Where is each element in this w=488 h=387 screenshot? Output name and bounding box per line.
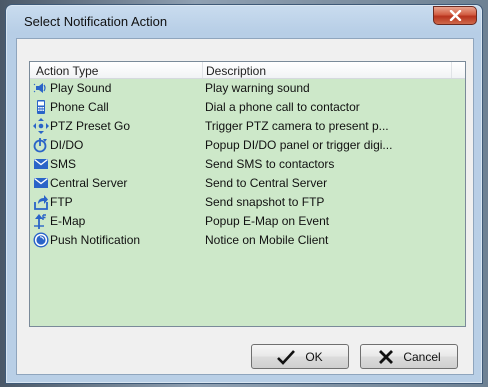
dialog-body: Action Type Description Play Sound Play … <box>16 38 474 375</box>
title-bar[interactable]: Select Notification Action <box>6 5 482 38</box>
action-description: Send to Central Server <box>205 176 328 190</box>
action-description: Popup DI/DO panel or trigger digi... <box>205 138 393 152</box>
column-header-description[interactable]: Description <box>206 64 266 78</box>
cancel-button[interactable]: Cancel <box>360 344 458 369</box>
action-type-label: DI/DO <box>50 138 84 152</box>
action-type-label: PTZ Preset Go <box>50 119 131 133</box>
ok-button-label: OK <box>305 349 323 364</box>
action-list[interactable]: Action Type Description Play Sound Play … <box>29 61 466 327</box>
x-cross-icon <box>377 349 395 365</box>
list-row-central-server[interactable]: Central Server Send to Central Server <box>30 174 465 193</box>
ok-button[interactable]: OK <box>251 344 349 369</box>
column-divider[interactable] <box>451 62 452 78</box>
action-type-label: E-Map <box>50 214 86 228</box>
list-header: Action Type Description <box>30 62 465 79</box>
speaker-icon <box>33 80 49 96</box>
ptz-arrows-icon <box>33 118 49 134</box>
dido-icon <box>33 137 49 153</box>
list-row-ftp[interactable]: FTP Send snapshot to FTP <box>30 193 465 212</box>
phone-icon <box>33 99 49 115</box>
action-description: Send snapshot to FTP <box>205 195 325 209</box>
list-row-di-do[interactable]: DI/DO Popup DI/DO panel or trigger digi.… <box>30 136 465 155</box>
action-type-label: FTP <box>50 195 73 209</box>
envelope-icon <box>33 156 49 172</box>
window-title: Select Notification Action <box>24 14 168 29</box>
action-description: Send SMS to contactors <box>205 157 335 171</box>
push-notification-icon <box>33 232 49 248</box>
ftp-upload-icon <box>33 194 49 210</box>
map-pin-icon <box>33 213 49 229</box>
cancel-button-label: Cancel <box>403 349 441 364</box>
envelope-icon <box>33 175 49 191</box>
action-type-label: Push Notification <box>50 233 141 247</box>
action-type-label: SMS <box>50 157 77 171</box>
close-icon <box>449 10 462 21</box>
action-type-label: Phone Call <box>50 100 109 114</box>
action-description: Popup E-Map on Event <box>205 214 330 228</box>
list-row-play-sound[interactable]: Play Sound Play warning sound <box>30 79 465 98</box>
list-row-ptz-preset-go[interactable]: PTZ Preset Go Trigger PTZ camera to pres… <box>30 117 465 136</box>
action-type-label: Central Server <box>50 176 128 190</box>
column-header-action-type[interactable]: Action Type <box>36 64 98 78</box>
column-divider[interactable] <box>202 62 203 78</box>
list-row-push-notification[interactable]: Push Notification Notice on Mobile Clien… <box>30 231 465 250</box>
list-row-e-map[interactable]: E-Map Popup E-Map on Event <box>30 212 465 231</box>
checkmark-icon <box>277 349 296 365</box>
action-description: Play warning sound <box>205 81 310 95</box>
select-notification-action-dialog: Select Notification Action Action Type D… <box>5 4 483 384</box>
action-description: Dial a phone call to contactor <box>205 100 360 114</box>
action-description: Notice on Mobile Client <box>205 233 329 247</box>
close-button[interactable] <box>433 6 477 25</box>
list-row-phone-call[interactable]: Phone Call Dial a phone call to contacto… <box>30 98 465 117</box>
action-type-label: Play Sound <box>50 81 112 95</box>
list-row-sms[interactable]: SMS Send SMS to contactors <box>30 155 465 174</box>
action-description: Trigger PTZ camera to present p... <box>205 119 389 133</box>
